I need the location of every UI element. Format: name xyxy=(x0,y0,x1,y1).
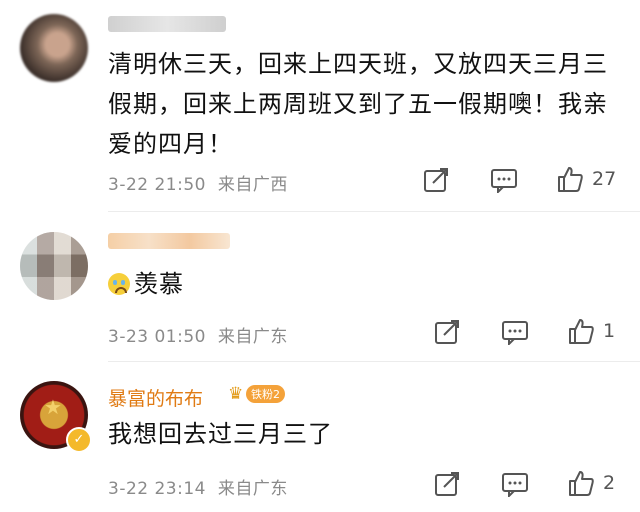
comment-item: ★ ✓ 暴富的布布 ♛ 铁粉2 我想回去过三月三了 3-22 23:14 来自广… xyxy=(0,362,640,512)
share-button[interactable] xyxy=(434,471,460,497)
like-icon xyxy=(567,317,595,345)
share-button[interactable] xyxy=(423,167,449,193)
crown-icon: ♛ xyxy=(228,384,244,404)
like-count: 1 xyxy=(603,320,616,342)
comment-time: 3-23 01:50 xyxy=(108,327,206,347)
comment-location: 来自广西 xyxy=(217,175,288,195)
comment-location: 来自广东 xyxy=(217,479,288,499)
comment-icon xyxy=(501,471,529,497)
username[interactable]: 暴富的布布 xyxy=(108,384,203,411)
comment-meta: 3-22 21:50 来自广西 xyxy=(108,170,288,195)
like-icon xyxy=(567,469,595,497)
comment-text: 清明休三天，回来上四天班，又放四天三月三假期，回来上两周班又到了五一假期噢！我亲… xyxy=(108,50,608,158)
like-count: 27 xyxy=(592,168,617,190)
comment-button[interactable] xyxy=(490,167,518,193)
verified-badge-icon: ✓ xyxy=(66,427,92,453)
comment-meta: 3-23 01:50 来自广东 xyxy=(108,322,288,347)
share-button[interactable] xyxy=(434,319,460,345)
comment-icon xyxy=(501,319,529,345)
comment-icon xyxy=(490,167,518,193)
share-icon xyxy=(434,471,460,497)
share-icon xyxy=(434,319,460,345)
username-blurred[interactable] xyxy=(108,233,230,249)
avatar[interactable] xyxy=(20,232,88,300)
share-icon xyxy=(423,167,449,193)
fan-badge-label: 铁粉2 xyxy=(246,385,285,403)
comment-button[interactable] xyxy=(501,471,529,497)
comment-time: 3-22 23:14 xyxy=(108,479,206,499)
like-button[interactable]: 27 xyxy=(556,165,616,193)
comment-item: 羡慕 3-23 01:50 来自广东 1 xyxy=(0,212,640,362)
crying-emoji-icon xyxy=(108,273,130,295)
avatar[interactable] xyxy=(20,14,88,82)
comment-time: 3-22 21:50 xyxy=(108,175,206,195)
comment-text: 我想回去过三月三了 xyxy=(108,420,333,448)
username-blurred[interactable] xyxy=(108,16,226,32)
comment-text-content: 羡慕 xyxy=(134,270,184,298)
comment-text: 羡慕 xyxy=(108,264,184,304)
emblem-icon: ★ xyxy=(44,395,62,419)
like-button[interactable]: 1 xyxy=(567,317,615,345)
like-button[interactable]: 2 xyxy=(567,469,615,497)
comment-location: 来自广东 xyxy=(217,327,288,347)
comment-button[interactable] xyxy=(501,319,529,345)
fan-badge[interactable]: ♛ 铁粉2 xyxy=(228,384,285,404)
comment-item: 清明休三天，回来上四天班，又放四天三月三假期，回来上两周班又到了五一假期噢！我亲… xyxy=(0,0,640,212)
like-count: 2 xyxy=(603,472,616,494)
like-icon xyxy=(556,165,584,193)
comment-meta: 3-22 23:14 来自广东 xyxy=(108,474,288,499)
